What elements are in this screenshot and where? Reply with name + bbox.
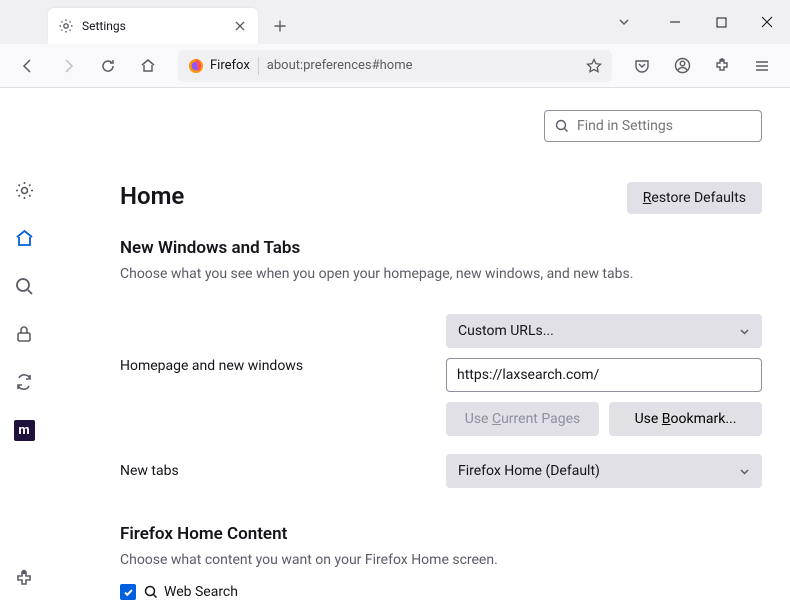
newtabs-dropdown[interactable]: Firefox Home (Default) [446,454,762,488]
m-badge-icon: m [14,420,35,441]
gear-icon [58,18,74,34]
url-identity-text: Firefox [210,58,250,73]
websearch-text: Web Search [164,584,238,600]
firefox-logo-icon [188,58,204,74]
menu-icon[interactable] [746,50,778,82]
search-icon [144,585,158,599]
back-button[interactable] [12,50,44,82]
chevron-down-icon [739,466,750,477]
tabs-dropdown-button[interactable] [606,6,642,38]
restore-defaults-button[interactable]: Restore Defaults [627,182,762,214]
section-desc-windows-tabs: Choose what you see when you open your h… [120,266,762,282]
url-text: about:preferences#home [267,58,578,73]
page-heading: Home [120,182,184,210]
title-bar: Settings [0,0,790,44]
sidebar-item-search[interactable] [8,270,40,302]
homepage-url-input[interactable] [446,358,762,392]
search-icon [555,119,569,133]
new-tab-button[interactable] [264,10,296,42]
home-button[interactable] [132,50,164,82]
search-settings-input[interactable] [577,118,755,134]
homepage-dropdown-value: Custom URLs... [458,323,554,339]
websearch-checkbox[interactable] [120,584,136,600]
window-controls [606,0,790,44]
content: Home Restore Defaults New Windows and Ta… [48,88,790,615]
browser-tab[interactable]: Settings [48,8,258,44]
minimize-button[interactable] [652,6,698,38]
extensions-icon[interactable] [706,50,738,82]
maximize-button[interactable] [698,6,744,38]
sidebar-item-home[interactable] [8,222,40,254]
homepage-dropdown[interactable]: Custom URLs... [446,314,762,348]
websearch-label: Web Search [144,584,238,600]
newtabs-dropdown-value: Firefox Home (Default) [458,463,600,479]
chevron-down-icon [739,326,750,337]
sidebar-item-extensions[interactable] [8,563,40,595]
url-identity[interactable]: Firefox [188,58,250,74]
url-separator [258,57,259,75]
search-settings[interactable] [544,110,762,142]
section-desc-home-content: Choose what content you want on your Fir… [120,552,762,568]
use-bookmark-button[interactable]: Use Bookmark... [609,402,762,436]
tab-title: Settings [82,19,224,33]
close-window-button[interactable] [744,6,790,38]
homepage-label: Homepage and new windows [120,314,446,374]
section-heading-home-content: Firefox Home Content [120,524,762,544]
close-icon[interactable] [232,18,248,34]
toolbar: Firefox about:preferences#home [0,44,790,88]
content-wrap: m Home Restore Defaults New Windows and … [0,88,790,615]
sidebar: m [0,88,48,615]
use-current-pages-button[interactable]: Use Current Pages [446,402,599,436]
sidebar-item-privacy[interactable] [8,318,40,350]
forward-button[interactable] [52,50,84,82]
bookmark-star-icon[interactable] [586,58,602,74]
url-bar[interactable]: Firefox about:preferences#home [178,50,612,82]
reload-button[interactable] [92,50,124,82]
section-heading-windows-tabs: New Windows and Tabs [120,238,762,258]
sidebar-item-sync[interactable] [8,366,40,398]
account-icon[interactable] [666,50,698,82]
pocket-icon[interactable] [626,50,658,82]
newtabs-label: New tabs [120,463,446,479]
sidebar-item-more[interactable]: m [8,414,40,446]
sidebar-item-general[interactable] [8,174,40,206]
